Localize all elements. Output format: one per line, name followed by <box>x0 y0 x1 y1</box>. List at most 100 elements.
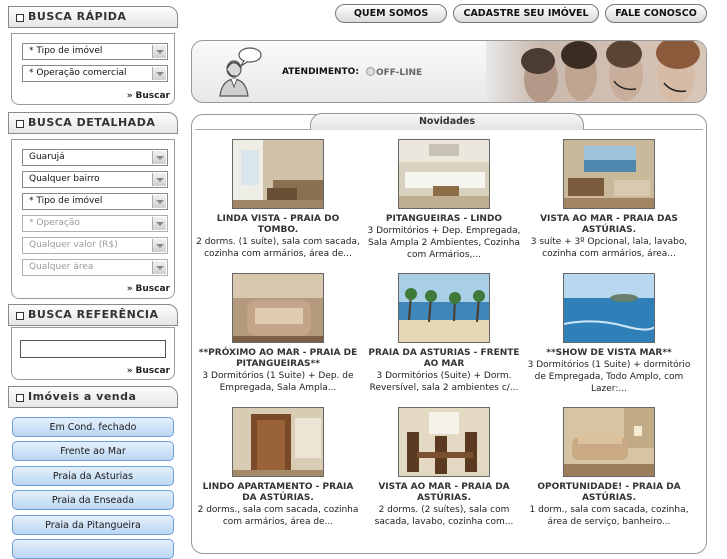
dropdown-arrow-icon <box>152 45 166 58</box>
tipo-imovel-select[interactable]: * Tipo de imóvel <box>22 43 168 60</box>
buscar-label: Buscar <box>135 366 170 376</box>
property-photo[interactable] <box>563 139 655 209</box>
dropdown-arrow-icon <box>152 151 166 164</box>
bairro-value: Qualquer bairro <box>29 174 100 184</box>
property-photo[interactable] <box>563 273 655 343</box>
busca-detalhada-title: BUSCA DETALHADA <box>28 116 156 129</box>
menu-item-praia-pitangueira[interactable]: Praia da Pitangueira <box>12 515 174 535</box>
square-bullet-icon <box>16 312 24 320</box>
operacao-comercial-select[interactable]: * Operação comercial <box>22 65 168 82</box>
operacao-comercial-value: * Operação comercial <box>29 68 127 78</box>
dropdown-arrow-icon <box>152 239 166 252</box>
property-photo-image <box>233 274 323 342</box>
status-text: OFF-LINE <box>376 68 423 78</box>
menu-item-partial[interactable] <box>12 539 174 559</box>
buscar-label: Buscar <box>135 284 170 294</box>
busca-referencia-box: » Buscar <box>11 327 175 380</box>
property-photo-image <box>399 408 489 476</box>
property-photo-image <box>564 140 654 208</box>
property-description: 3 Dormitórios (1 Suite) + dormitório de … <box>527 360 691 394</box>
dropdown-arrow-icon <box>152 217 166 230</box>
property-card[interactable]: OPORTUNIDADE! - PRAIA DA ASTÚRIAS. 1 dorm… <box>527 407 691 528</box>
menu-item-frente-ao-mar[interactable]: Frente ao Mar <box>12 441 174 461</box>
property-card[interactable]: **PRÓXIMO AO MAR - PRAIA DE PITANGUEIRAS… <box>196 273 360 394</box>
support-agent-icon <box>219 47 262 97</box>
busca-rapida-header: BUSCA RÁPIDA <box>8 6 178 28</box>
cadastre-imovel-button[interactable]: CADASTRE SEU IMÓVEL <box>453 4 599 23</box>
dropdown-arrow-icon <box>152 195 166 208</box>
operacao-value: * Operação <box>29 218 80 228</box>
property-photo[interactable] <box>232 139 324 209</box>
menu-item-praia-enseada[interactable]: Praia da Enseada <box>12 490 174 510</box>
property-title[interactable]: VISTA AO MAR - PRAIA DAS ASTÚRIAS. <box>527 214 691 236</box>
property-photo[interactable] <box>398 407 490 477</box>
menu-item-cond-fechado[interactable]: Em Cond. fechado <box>12 417 174 437</box>
tipo-imovel-detalhada-value: * Tipo de imóvel <box>29 196 103 206</box>
busca-referencia-title: BUSCA REFERÊNCIA <box>28 308 159 321</box>
property-description: 2 dorms. (1 suíte), sala com sacada, coz… <box>196 237 360 259</box>
referencia-input[interactable] <box>20 340 166 358</box>
property-description: 1 dorm., sala com sacada, cozinha, área … <box>529 505 689 527</box>
property-card[interactable]: LINDO APARTAMENTO - PRAIA DA ASTÚRIAS. 2 … <box>196 407 360 528</box>
cidade-select[interactable]: Guarujá <box>22 149 168 166</box>
quem-somos-button[interactable]: QUEM SOMOS <box>335 4 447 23</box>
square-bullet-icon <box>16 120 24 128</box>
property-photo[interactable] <box>563 407 655 477</box>
buscar-rapida-button[interactable]: » Buscar <box>127 91 170 101</box>
property-card[interactable]: LINDA VISTA - PRAIA DO TOMBO. 2 dorms. (1… <box>196 139 360 260</box>
atendimento-label: ATENDIMENTO: <box>282 67 359 77</box>
dropdown-arrow-icon <box>152 67 166 80</box>
property-title[interactable]: LINDA VISTA - PRAIA DO TOMBO. <box>196 214 360 236</box>
property-title[interactable]: **SHOW DE VISTA MAR** <box>527 348 691 359</box>
menu-item-praia-asturias[interactable]: Praia da Asturias <box>12 466 174 486</box>
operacao-select[interactable]: * Operação <box>22 215 168 232</box>
busca-rapida-box: * Tipo de imóvel * Operação comercial » B… <box>11 33 175 105</box>
area-value: Qualquer área <box>29 262 94 272</box>
busca-rapida-title: BUSCA RÁPIDA <box>28 10 127 23</box>
property-title[interactable]: OPORTUNIDADE! - PRAIA DA ASTÚRIAS. <box>527 482 691 504</box>
property-title[interactable]: PITANGUEIRAS - LINDO <box>362 214 526 225</box>
tipo-imovel-detalhada-select[interactable]: * Tipo de imóvel <box>22 193 168 210</box>
property-photo-image <box>233 140 323 208</box>
property-photo-image <box>399 274 489 342</box>
buscar-referencia-button[interactable]: » Buscar <box>127 366 170 376</box>
double-chevron-icon: » <box>126 366 133 376</box>
property-description: 2 dorms., sala com sacada, cozinha com a… <box>197 505 359 527</box>
property-photo[interactable] <box>398 273 490 343</box>
bairro-select[interactable]: Qualquer bairro <box>22 171 168 188</box>
tipo-imovel-value: * Tipo de imóvel <box>29 46 103 56</box>
property-title[interactable]: **PRÓXIMO AO MAR - PRAIA DE PITANGUEIRAS… <box>196 348 360 370</box>
property-title[interactable]: LINDO APARTAMENTO - PRAIA DA ASTÚRIAS. <box>196 482 360 504</box>
property-card[interactable]: PRAIA DA ASTURIAS - FRENTE AO MAR 3 Dormi… <box>362 273 526 394</box>
square-bullet-icon <box>16 394 24 402</box>
property-card[interactable]: VISTA AO MAR - PRAIA DAS ASTÚRIAS. 3 suít… <box>527 139 691 260</box>
double-chevron-icon: » <box>126 91 133 101</box>
property-card[interactable]: **SHOW DE VISTA MAR** 3 Dormitórios (1 Su… <box>527 273 691 395</box>
area-select[interactable]: Qualquer área <box>22 259 168 276</box>
property-description: 2 dorms. (2 suítes), sala com sacada, la… <box>374 505 514 527</box>
atendimento-banner: ATENDIMENTO: OFF-LINE <box>191 40 707 103</box>
call-center-agents-image <box>486 41 706 102</box>
property-title[interactable]: VISTA AO MAR - PRAIA DA ASTÚRIAS. <box>362 482 526 504</box>
property-photo[interactable] <box>232 407 324 477</box>
property-card[interactable]: VISTA AO MAR - PRAIA DA ASTÚRIAS. 2 dorms… <box>362 407 526 528</box>
imoveis-venda-title: Imóveis a venda <box>28 390 137 403</box>
buscar-detalhada-button[interactable]: » Buscar <box>127 284 170 294</box>
property-title[interactable]: PRAIA DA ASTURIAS - FRENTE AO MAR <box>362 348 526 370</box>
property-photo-image <box>399 140 489 208</box>
property-description: 3 Dormitórios (Suite) + Dorm. Reversível… <box>369 371 519 393</box>
property-description: 3 Dormitórios + Dep. Empregada, Sala Amp… <box>367 226 521 260</box>
fale-conosco-button[interactable]: FALE CONOSCO <box>605 4 707 23</box>
property-photo-image <box>564 274 654 342</box>
status-offline-icon <box>366 67 375 76</box>
dropdown-arrow-icon <box>152 173 166 186</box>
valor-select[interactable]: Qualquer valor (R$) <box>22 237 168 254</box>
buscar-label: Buscar <box>135 91 170 101</box>
property-card[interactable]: PITANGUEIRAS - LINDO 3 Dormitórios + Dep.… <box>362 139 526 261</box>
property-photo[interactable] <box>398 139 490 209</box>
busca-referencia-header: BUSCA REFERÊNCIA <box>8 304 178 326</box>
property-description: 3 Dormitórios (1 Suite) + Dep. de Empreg… <box>202 371 354 393</box>
busca-detalhada-box: Guarujá Qualquer bairro * Tipo de imóvel… <box>11 139 175 299</box>
property-photo[interactable] <box>232 273 324 343</box>
valor-value: Qualquer valor (R$) <box>29 240 118 250</box>
